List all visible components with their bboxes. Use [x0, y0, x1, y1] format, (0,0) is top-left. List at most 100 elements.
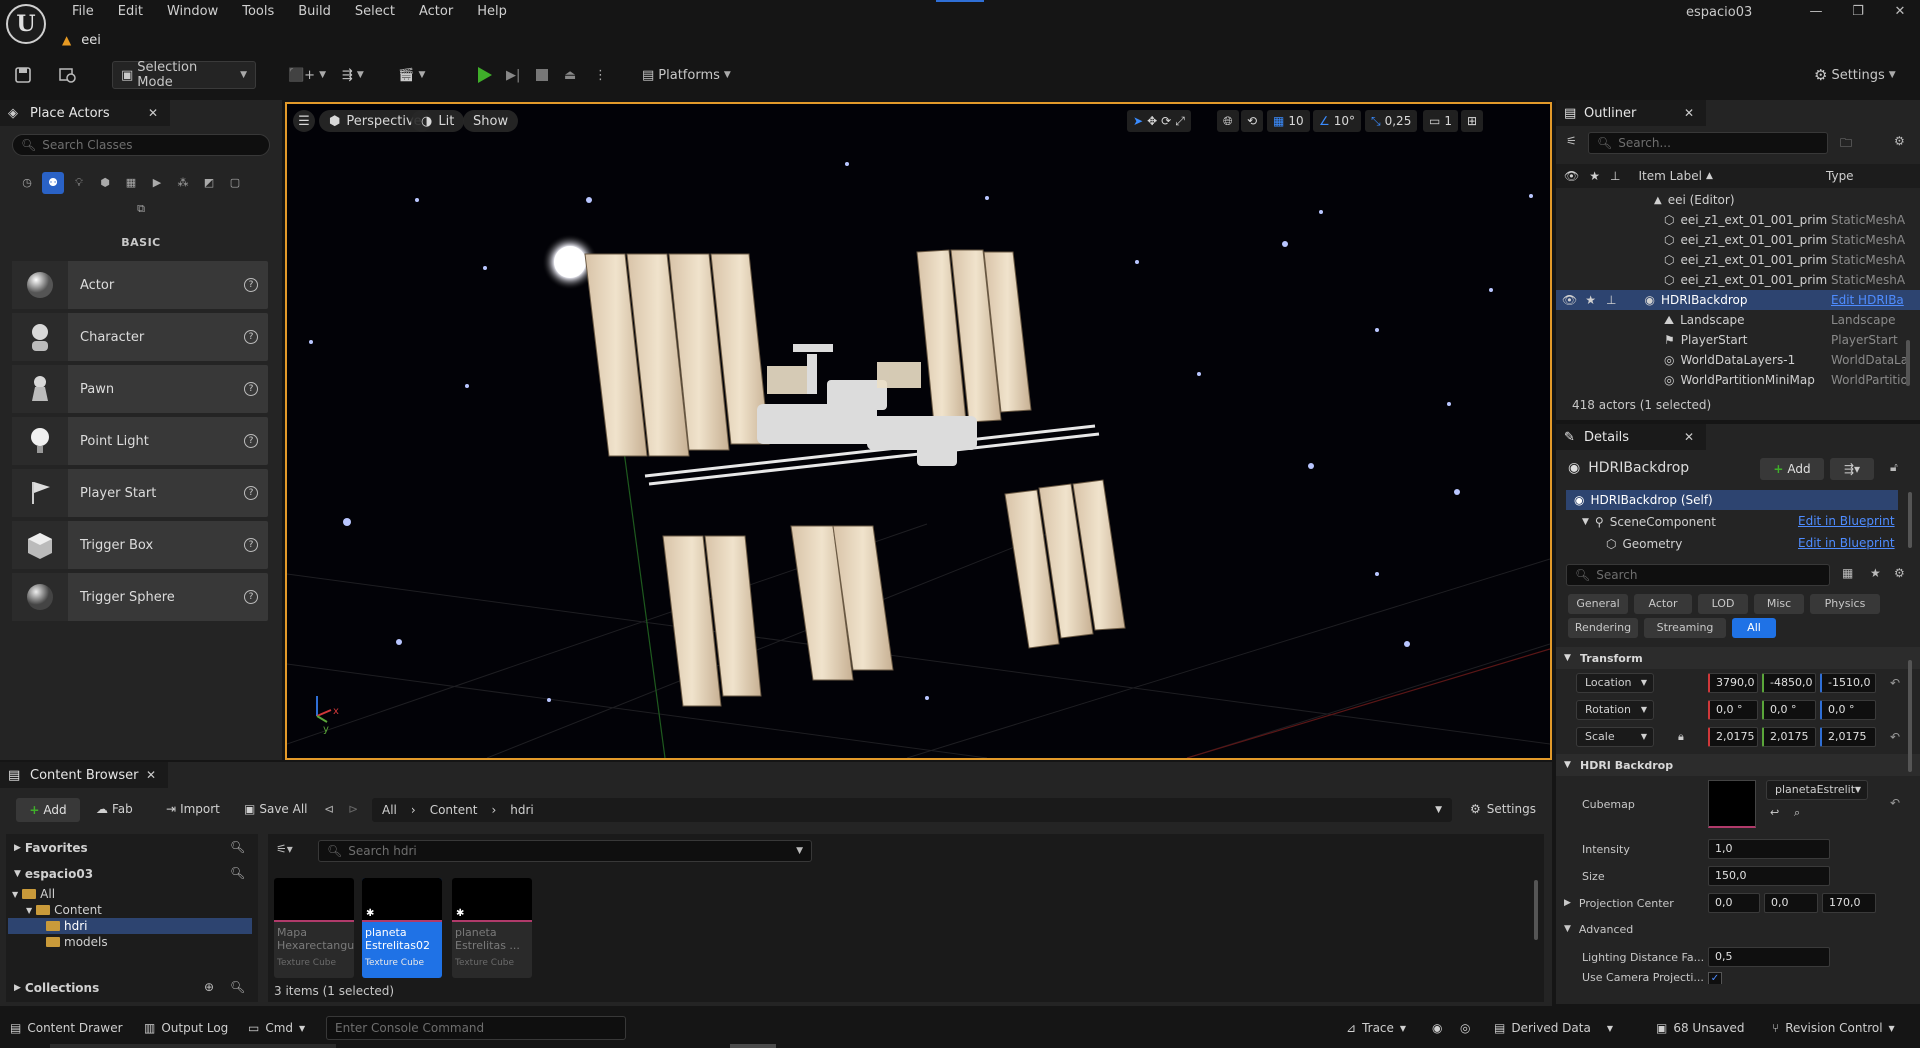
volumes-icon[interactable]: ◩	[198, 172, 220, 194]
type-column[interactable]: Type	[1826, 169, 1854, 183]
outliner-row[interactable]: ◎ WorldPartitionMiniMap WorldPartitio	[1556, 370, 1920, 390]
save-icon[interactable]	[14, 61, 32, 89]
filter-all[interactable]: All	[1732, 618, 1776, 638]
recent-icon[interactable]: ◷	[16, 172, 38, 194]
more-options-icon[interactable]: ⋮	[594, 61, 607, 89]
edit-in-blueprint-link[interactable]: Edit in Blueprint	[1798, 536, 1895, 550]
viewport-menu-icon[interactable]: ☰	[293, 110, 315, 132]
trace-dropdown[interactable]: ⊿ Trace ▼	[1346, 1016, 1406, 1040]
table-view-icon[interactable]: ▦	[1842, 566, 1853, 580]
project-header[interactable]: ▼ espacio03	[14, 866, 93, 882]
reset-icon[interactable]: ↶	[1890, 730, 1900, 744]
favorites-header[interactable]: ▶ Favorites	[14, 840, 88, 856]
outliner-row[interactable]: ⬡ eei_z1_ext_01_001_prim StaticMeshA	[1556, 230, 1920, 250]
rotation-dropdown[interactable]: Rotation ▼	[1576, 700, 1654, 720]
location-y-field[interactable]: -4850,0	[1762, 673, 1816, 693]
lock-icon[interactable]: 🔒︎	[1678, 730, 1684, 744]
snapshot-icon[interactable]: ◎	[1460, 1016, 1470, 1040]
derived-data-dropdown[interactable]: ▤ Derived Data ▼	[1494, 1016, 1613, 1040]
back-icon[interactable]: ⊲	[324, 802, 334, 816]
visibility-column-icon[interactable]: 👁︎	[1564, 169, 1579, 183]
layout-icon[interactable]: ⊞	[1461, 110, 1484, 132]
lighting-distance-field[interactable]: 0,5	[1708, 947, 1830, 967]
transform-section-header[interactable]: ▼ Transform	[1556, 647, 1920, 669]
asset-tile[interactable]: ✱ planeta Estrelitas ... Texture Cube	[452, 878, 532, 978]
actor-item-trigger-box[interactable]: Trigger Box ?	[12, 521, 268, 569]
gear-icon[interactable]: ⚙	[1894, 566, 1905, 580]
revision-control-dropdown[interactable]: ⑂ Revision Control ▼	[1772, 1016, 1895, 1040]
show-dropdown[interactable]: Show	[463, 110, 519, 132]
lights-icon[interactable]: 💡︎	[68, 172, 90, 194]
cmd-dropdown[interactable]: ▭ Cmd ▼	[248, 1016, 305, 1040]
console-command-input[interactable]: Enter Console Command	[326, 1016, 626, 1040]
outliner-row[interactable]: ⛰︎ Landscape Landscape	[1556, 310, 1920, 330]
outliner-row[interactable]: ⚑ PlayerStart PlayerStart	[1556, 330, 1920, 350]
scale-x-field[interactable]: 2,0175	[1708, 727, 1758, 747]
rotation-snap-toggle[interactable]: ∠ 10°	[1313, 110, 1362, 132]
content-browser-tab[interactable]: ▤ Content Browser ✕	[0, 762, 168, 788]
surface-snap-icon[interactable]: ⟲	[1241, 110, 1264, 132]
asset-search-input[interactable]: 🔍︎ Search hdri ▼	[318, 840, 812, 862]
help-icon[interactable]: ?	[244, 382, 258, 396]
extra-category-icon[interactable]: ⧉	[130, 198, 152, 220]
filter-general[interactable]: General	[1568, 594, 1628, 614]
hdri-section-header[interactable]: ▼ HDRI Backdrop	[1556, 754, 1920, 776]
favorite-column-icon[interactable]: ★	[1589, 169, 1600, 183]
outliner-row[interactable]: ▲ eei (Editor)	[1556, 190, 1920, 210]
tree-models[interactable]: models	[46, 934, 108, 950]
shapes-icon[interactable]: ⬢	[94, 172, 116, 194]
close-icon[interactable]: ✕	[148, 106, 158, 120]
outliner-tab[interactable]: ▤ Outliner ✕	[1556, 100, 1706, 126]
outliner-search-input[interactable]: 🔍︎ Search...	[1588, 132, 1828, 154]
reset-icon[interactable]: ↶	[1890, 796, 1900, 810]
level-tab[interactable]: ▲ eei	[62, 28, 101, 52]
menu-tools[interactable]: Tools	[230, 0, 286, 24]
favorite-icon[interactable]: ★	[1585, 293, 1596, 307]
details-search-input[interactable]: 🔍︎ Search	[1566, 564, 1830, 586]
close-icon[interactable]: ✕	[1684, 106, 1694, 120]
browse-icon[interactable]: ⌕	[1794, 806, 1800, 820]
filter-misc[interactable]: Misc	[1754, 594, 1804, 614]
view-mode-dropdown[interactable]: ◑ Lit	[411, 110, 465, 132]
actor-item-character[interactable]: Character ?	[12, 313, 268, 361]
grid-snap-toggle[interactable]: ▦ 10	[1267, 110, 1310, 132]
projection-z-field[interactable]: 170,0	[1822, 893, 1876, 913]
expand-icon[interactable]: ▶	[1564, 898, 1571, 908]
settings-dropdown[interactable]: ⚙ Settings ▼	[1814, 61, 1896, 89]
search-icon[interactable]: 🔍︎	[230, 866, 245, 880]
outliner-row[interactable]: ◎ WorldDataLayers-1 WorldDataLa	[1556, 350, 1920, 370]
breadcrumb-hdri[interactable]: hdri	[510, 803, 534, 817]
filter-physics[interactable]: Physics	[1810, 594, 1880, 614]
chevron-down-icon[interactable]: ▼	[1435, 805, 1442, 815]
actor-item-player-start[interactable]: Player Start ?	[12, 469, 268, 517]
cubemap-thumbnail[interactable]	[1708, 780, 1756, 828]
platforms-dropdown[interactable]: ▤ Platforms ▼	[642, 61, 731, 89]
filter-icon[interactable]: ⚟▾	[276, 842, 293, 856]
menu-edit[interactable]: Edit	[106, 0, 155, 24]
browse-level-icon[interactable]	[58, 61, 78, 89]
filter-rendering[interactable]: Rendering	[1568, 618, 1638, 638]
rotation-x-field[interactable]: 0,0 °	[1708, 700, 1758, 720]
scale-dropdown[interactable]: Scale ▼	[1576, 727, 1654, 747]
rotate-tool-icon[interactable]: ⟳	[1161, 114, 1171, 128]
intensity-field[interactable]: 1,0	[1708, 839, 1830, 859]
edit-in-blueprint-link[interactable]: Edit in Blueprint	[1798, 514, 1895, 528]
add-folder-icon[interactable]: 🗀	[1840, 134, 1852, 155]
filter-icon[interactable]: ⚟	[1566, 134, 1577, 148]
rotation-y-field[interactable]: 0,0 °	[1762, 700, 1816, 720]
menu-help[interactable]: Help	[465, 0, 519, 24]
cinematics-button[interactable]: 🎬︎ ▼	[398, 61, 425, 89]
eject-icon[interactable]: ⏏	[564, 61, 576, 89]
breadcrumb-all[interactable]: All	[382, 803, 397, 817]
cinematic-icon[interactable]: ▦	[120, 172, 142, 194]
pin-column-icon[interactable]: ⊥	[1610, 169, 1620, 183]
place-actors-tab[interactable]: ◈ Place Actors ✕	[0, 100, 170, 126]
location-z-field[interactable]: -1510,0	[1820, 673, 1876, 693]
world-local-icon[interactable]: 🌐︎	[1217, 110, 1239, 132]
tree-hdri-selected[interactable]: hdri	[8, 918, 252, 934]
add-collection-icon[interactable]: ⊕	[204, 980, 214, 994]
outliner-row[interactable]: ⬡ eei_z1_ext_01_001_prim StaticMeshA	[1556, 270, 1920, 290]
breadcrumb-content[interactable]: Content	[430, 803, 478, 817]
geometry-icon[interactable]: ⁂	[172, 172, 194, 194]
tree-content[interactable]: ▼ Content	[26, 902, 102, 918]
